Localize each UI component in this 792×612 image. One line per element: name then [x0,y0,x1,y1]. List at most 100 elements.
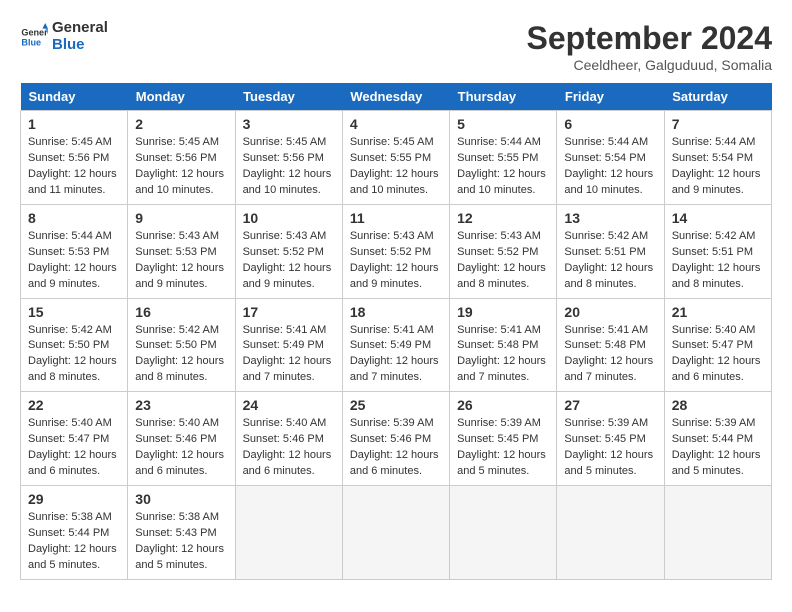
header-wednesday: Wednesday [342,83,449,111]
day-number: 16 [135,304,227,320]
header-monday: Monday [128,83,235,111]
calendar-day-16: 16 Sunrise: 5:42 AM Sunset: 5:50 PM Dayli… [128,298,235,392]
cell-details: Sunrise: 5:44 AM Sunset: 5:54 PM Dayligh… [672,135,764,199]
calendar-week-2: 8Sunrise: 5:44 AM Sunset: 5:53 PM Daylig… [21,204,772,298]
calendar-day-26: 26 Sunrise: 5:39 AM Sunset: 5:45 PM Dayli… [450,392,557,486]
day-number: 18 [350,304,442,320]
calendar-day-18: 18 Sunrise: 5:41 AM Sunset: 5:49 PM Dayli… [342,298,449,392]
day-number: 4 [350,116,442,132]
cell-details: Sunrise: 5:40 AM Sunset: 5:47 PM Dayligh… [672,323,764,387]
day-number: 10 [243,210,335,226]
day-number: 11 [350,210,442,226]
calendar-day-13: 13Sunrise: 5:42 AM Sunset: 5:51 PM Dayli… [557,204,664,298]
cell-details: Sunrise: 5:39 AM Sunset: 5:45 PM Dayligh… [457,416,549,480]
day-number: 24 [243,397,335,413]
header-tuesday: Tuesday [235,83,342,111]
day-number: 28 [672,397,764,413]
calendar-day-11: 11 Sunrise: 5:43 AM Sunset: 5:52 PM Dayli… [342,204,449,298]
calendar-day-12: 12Sunrise: 5:43 AM Sunset: 5:52 PM Dayli… [450,204,557,298]
calendar-day-14: 14 Sunrise: 5:42 AM Sunset: 5:51 PM Dayli… [664,204,771,298]
logo-line1: General [52,20,108,37]
calendar-day-10: 10 Sunrise: 5:43 AM Sunset: 5:52 PM Dayli… [235,204,342,298]
calendar-week-3: 15 Sunrise: 5:42 AM Sunset: 5:50 PM Dayli… [21,298,772,392]
calendar-day-30: 30 Sunrise: 5:38 AM Sunset: 5:43 PM Dayli… [128,486,235,580]
day-number: 6 [564,116,656,132]
cell-details: Sunrise: 5:42 AM Sunset: 5:51 PM Dayligh… [672,229,764,293]
cell-details: Sunrise: 5:39 AM Sunset: 5:45 PM Dayligh… [564,416,656,480]
day-number: 17 [243,304,335,320]
calendar-day-22: 22 Sunrise: 5:40 AM Sunset: 5:47 PM Dayli… [21,392,128,486]
day-number: 9 [135,210,227,226]
cell-details: Sunrise: 5:40 AM Sunset: 5:46 PM Dayligh… [243,416,335,480]
day-number: 19 [457,304,549,320]
calendar-header-row: SundayMondayTuesdayWednesdayThursdayFrid… [21,83,772,111]
cell-details: Sunrise: 5:40 AM Sunset: 5:46 PM Dayligh… [135,416,227,480]
cell-details: Sunrise: 5:43 AM Sunset: 5:52 PM Dayligh… [457,229,549,293]
cell-details: Sunrise: 5:45 AM Sunset: 5:56 PM Dayligh… [243,135,335,199]
cell-details: Sunrise: 5:38 AM Sunset: 5:44 PM Dayligh… [28,510,120,574]
day-number: 27 [564,397,656,413]
cell-details: Sunrise: 5:45 AM Sunset: 5:56 PM Dayligh… [135,135,227,199]
calendar-day-15: 15 Sunrise: 5:42 AM Sunset: 5:50 PM Dayli… [21,298,128,392]
location-subtitle: Ceeldheer, Galguduud, Somalia [527,57,772,73]
day-number: 21 [672,304,764,320]
day-number: 22 [28,397,120,413]
cell-details: Sunrise: 5:40 AM Sunset: 5:47 PM Dayligh… [28,416,120,480]
cell-details: Sunrise: 5:44 AM Sunset: 5:53 PM Dayligh… [28,229,120,293]
day-number: 30 [135,491,227,507]
cell-details: Sunrise: 5:39 AM Sunset: 5:46 PM Dayligh… [350,416,442,480]
cell-details: Sunrise: 5:45 AM Sunset: 5:56 PM Dayligh… [28,135,120,199]
cell-details: Sunrise: 5:41 AM Sunset: 5:49 PM Dayligh… [350,323,442,387]
header-saturday: Saturday [664,83,771,111]
cell-details: Sunrise: 5:41 AM Sunset: 5:48 PM Dayligh… [564,323,656,387]
cell-details: Sunrise: 5:38 AM Sunset: 5:43 PM Dayligh… [135,510,227,574]
svg-text:Blue: Blue [21,37,41,47]
header-friday: Friday [557,83,664,111]
calendar-day-23: 23 Sunrise: 5:40 AM Sunset: 5:46 PM Dayli… [128,392,235,486]
month-title: September 2024 [527,20,772,57]
calendar-day-9: 9 Sunrise: 5:43 AM Sunset: 5:53 PM Daylig… [128,204,235,298]
logo: General Blue General Blue [20,20,108,53]
calendar-day-24: 24 Sunrise: 5:40 AM Sunset: 5:46 PM Dayli… [235,392,342,486]
calendar-day-29: 29Sunrise: 5:38 AM Sunset: 5:44 PM Dayli… [21,486,128,580]
day-number: 3 [243,116,335,132]
empty-cell [557,486,664,580]
cell-details: Sunrise: 5:44 AM Sunset: 5:55 PM Dayligh… [457,135,549,199]
cell-details: Sunrise: 5:42 AM Sunset: 5:50 PM Dayligh… [135,323,227,387]
calendar-day-20: 20 Sunrise: 5:41 AM Sunset: 5:48 PM Dayli… [557,298,664,392]
empty-cell [450,486,557,580]
calendar-day-28: 28 Sunrise: 5:39 AM Sunset: 5:44 PM Dayli… [664,392,771,486]
calendar-day-2: 2 Sunrise: 5:45 AM Sunset: 5:56 PM Daylig… [128,111,235,205]
calendar-day-1: 1Sunrise: 5:45 AM Sunset: 5:56 PM Daylig… [21,111,128,205]
day-number: 14 [672,210,764,226]
title-block: September 2024 Ceeldheer, Galguduud, Som… [527,20,772,73]
cell-details: Sunrise: 5:42 AM Sunset: 5:50 PM Dayligh… [28,323,120,387]
cell-details: Sunrise: 5:44 AM Sunset: 5:54 PM Dayligh… [564,135,656,199]
calendar-day-4: 4Sunrise: 5:45 AM Sunset: 5:55 PM Daylig… [342,111,449,205]
day-number: 23 [135,397,227,413]
cell-details: Sunrise: 5:43 AM Sunset: 5:53 PM Dayligh… [135,229,227,293]
cell-details: Sunrise: 5:39 AM Sunset: 5:44 PM Dayligh… [672,416,764,480]
logo-line2: Blue [52,37,108,54]
day-number: 2 [135,116,227,132]
empty-cell [342,486,449,580]
empty-cell [664,486,771,580]
logo-icon: General Blue [20,23,48,51]
calendar-day-8: 8Sunrise: 5:44 AM Sunset: 5:53 PM Daylig… [21,204,128,298]
calendar-day-6: 6 Sunrise: 5:44 AM Sunset: 5:54 PM Daylig… [557,111,664,205]
day-number: 15 [28,304,120,320]
day-number: 20 [564,304,656,320]
calendar-table: SundayMondayTuesdayWednesdayThursdayFrid… [20,83,772,580]
calendar-day-5: 5Sunrise: 5:44 AM Sunset: 5:55 PM Daylig… [450,111,557,205]
header-sunday: Sunday [21,83,128,111]
calendar-day-27: 27 Sunrise: 5:39 AM Sunset: 5:45 PM Dayli… [557,392,664,486]
page-header: General Blue General Blue September 2024… [20,20,772,73]
header-thursday: Thursday [450,83,557,111]
calendar-week-4: 22 Sunrise: 5:40 AM Sunset: 5:47 PM Dayli… [21,392,772,486]
cell-details: Sunrise: 5:43 AM Sunset: 5:52 PM Dayligh… [350,229,442,293]
calendar-day-21: 21 Sunrise: 5:40 AM Sunset: 5:47 PM Dayli… [664,298,771,392]
cell-details: Sunrise: 5:43 AM Sunset: 5:52 PM Dayligh… [243,229,335,293]
calendar-day-17: 17Sunrise: 5:41 AM Sunset: 5:49 PM Dayli… [235,298,342,392]
cell-details: Sunrise: 5:41 AM Sunset: 5:48 PM Dayligh… [457,323,549,387]
day-number: 26 [457,397,549,413]
